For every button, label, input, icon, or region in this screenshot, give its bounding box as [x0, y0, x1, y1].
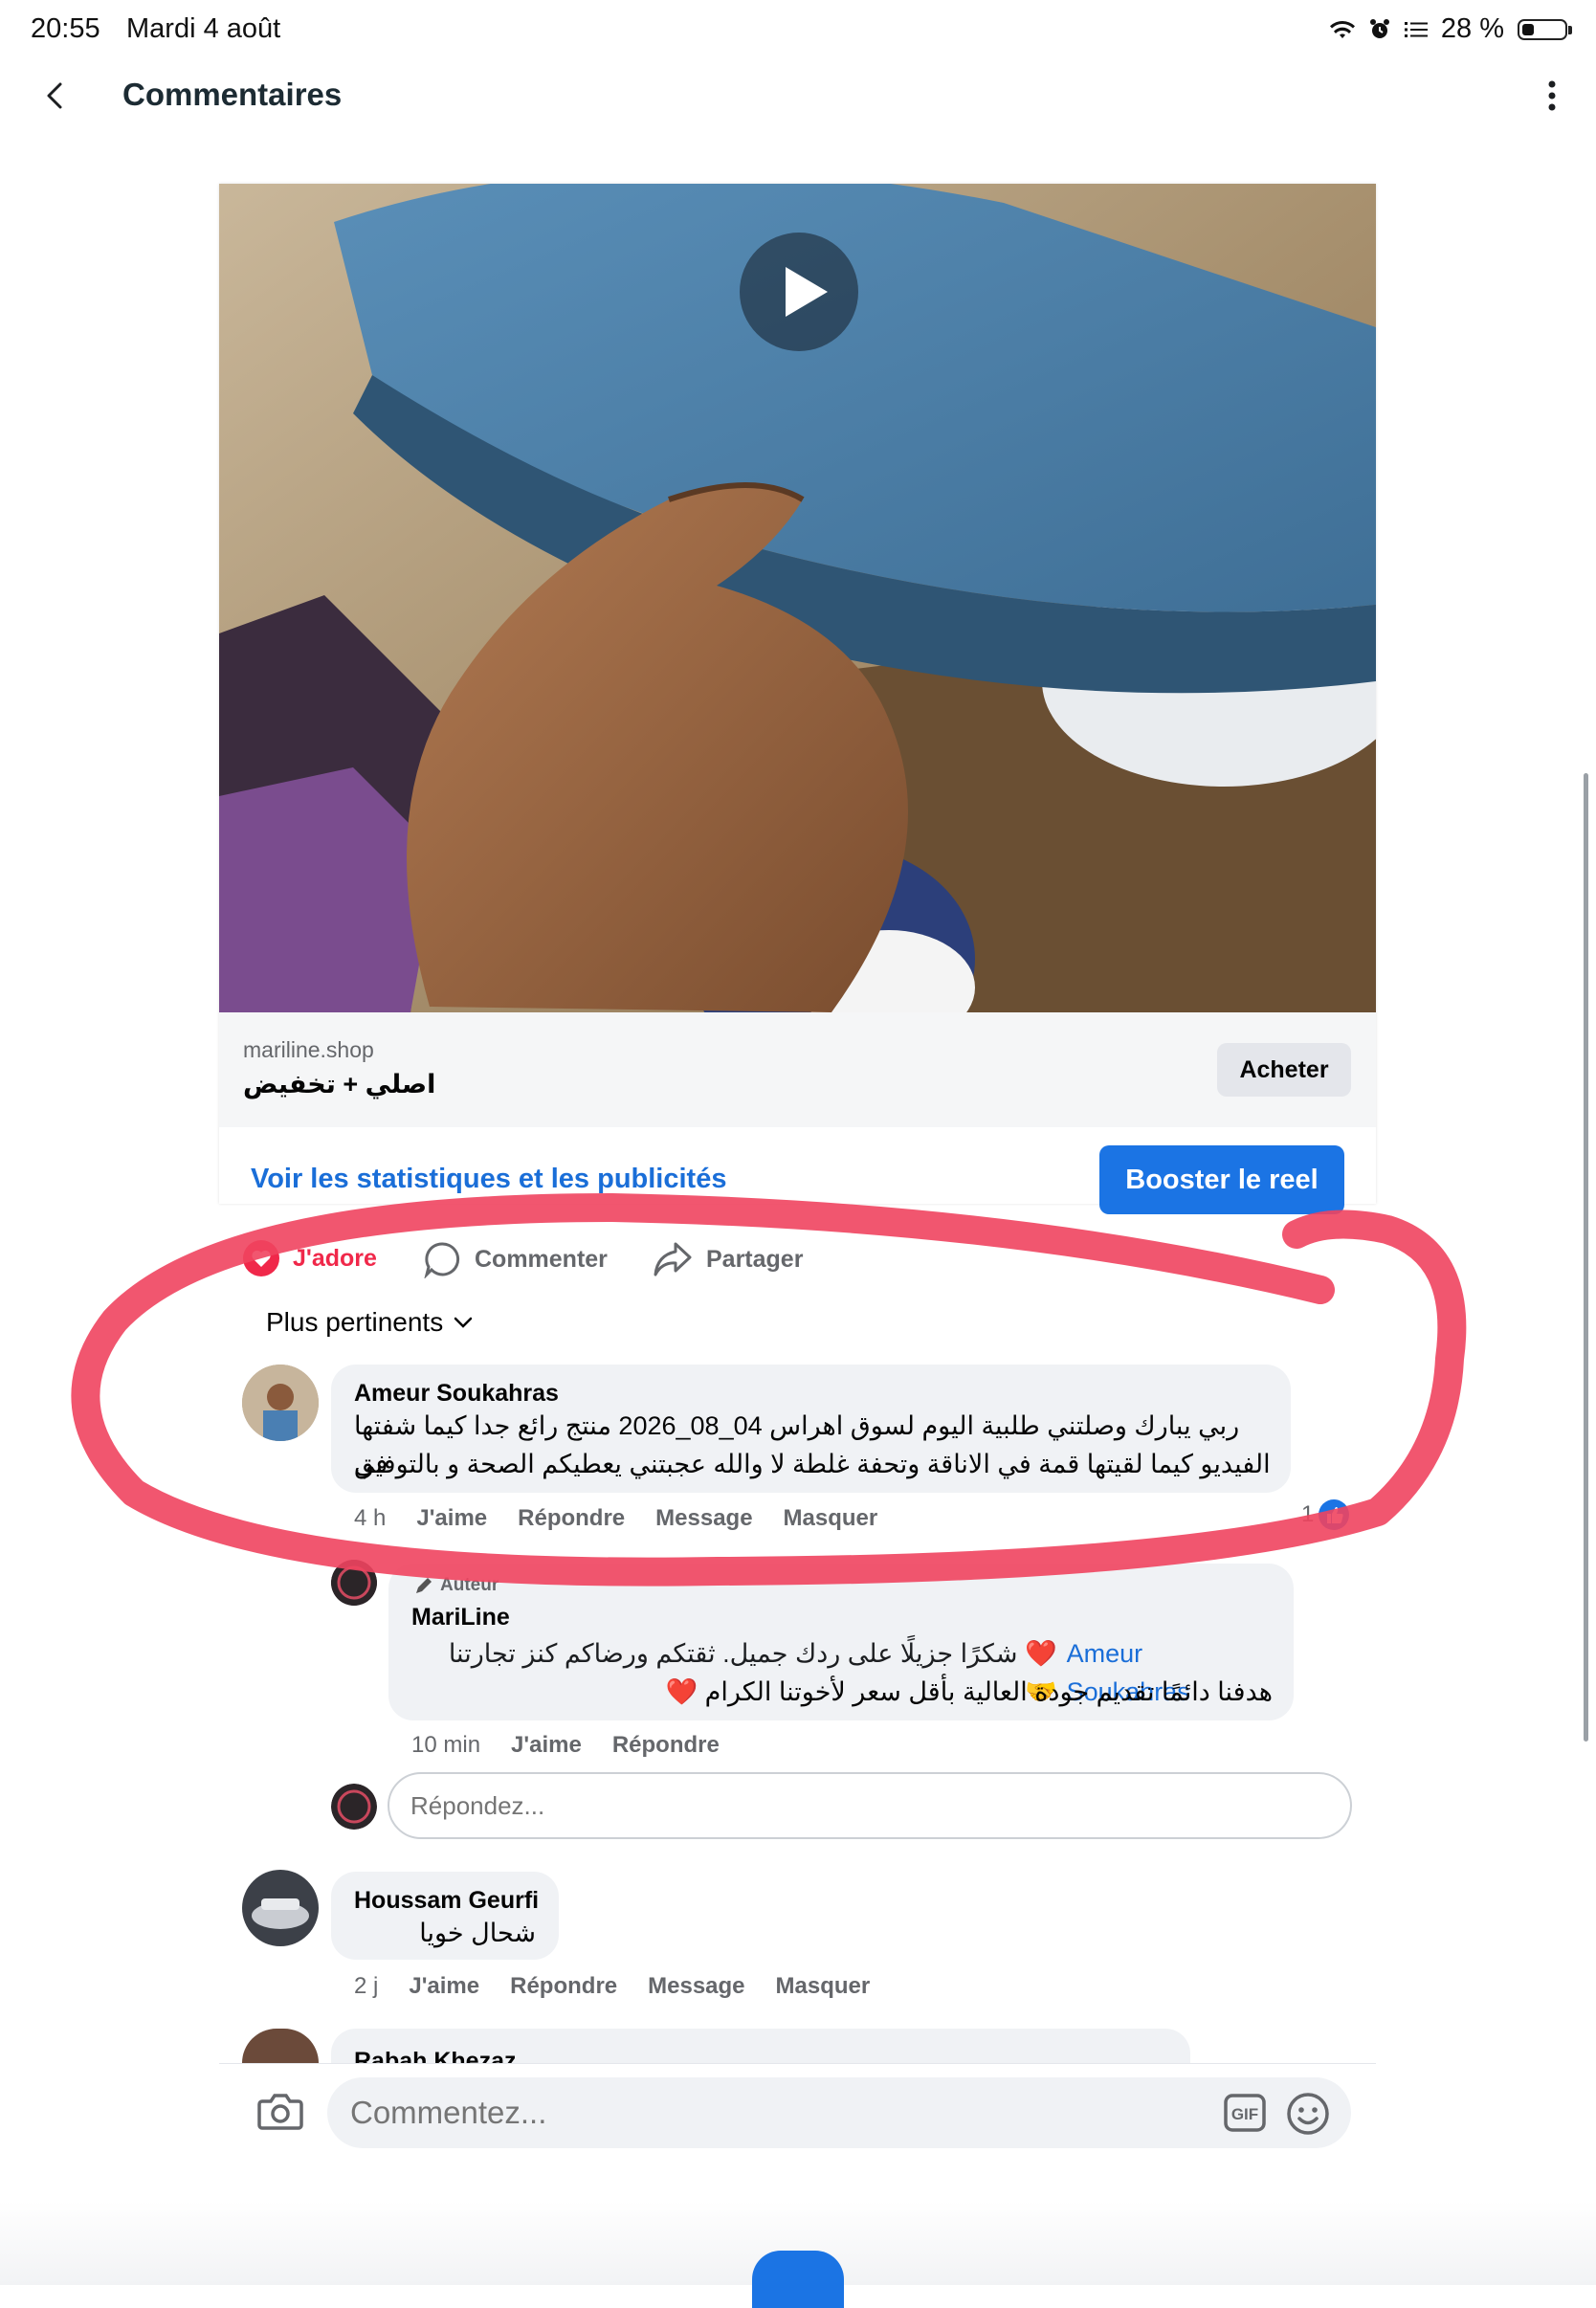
- reply-time: 10 min: [411, 1732, 481, 1758]
- reply-link[interactable]: Répondre: [612, 1732, 720, 1759]
- play-icon: [786, 267, 828, 317]
- reply-text-line: هدفنا دائمًا تقديم جودة العالية بأقل سعر…: [665, 1677, 1274, 1706]
- avatar[interactable]: [242, 1870, 319, 1946]
- play-button[interactable]: [740, 233, 858, 351]
- stats-link[interactable]: Voir les statistiques et les publicités: [251, 1164, 726, 1195]
- sort-dropdown[interactable]: Plus pertinents: [266, 1307, 474, 1338]
- back-arrow-icon[interactable]: [34, 75, 77, 117]
- hide-link[interactable]: Masquer: [776, 1973, 871, 2000]
- svg-text:GIF: GIF: [1231, 2105, 1258, 2123]
- share-button[interactable]: Partager: [653, 1240, 803, 1278]
- link-title: اصلي + تخفيض: [243, 1070, 436, 1099]
- hide-link[interactable]: Masquer: [784, 1505, 878, 1532]
- status-time: 20:55: [31, 13, 100, 44]
- reply-link[interactable]: Répondre: [510, 1973, 617, 2000]
- battery-icon: [1518, 18, 1572, 40]
- list-icon: [1404, 21, 1428, 37]
- like-reaction-icon: [1319, 1499, 1350, 1530]
- battery-percent: 28 %: [1440, 13, 1504, 44]
- comment-button[interactable]: Commenter: [423, 1240, 608, 1278]
- share-icon: [654, 1242, 692, 1276]
- buy-button[interactable]: Acheter: [1217, 1043, 1351, 1097]
- alarm-icon: [1369, 18, 1389, 38]
- comment-input[interactable]: [327, 2077, 1351, 2148]
- like-link[interactable]: J'aime: [416, 1505, 487, 1532]
- wifi-icon: [1329, 20, 1355, 38]
- reaction-count: 1: [1301, 1501, 1315, 1527]
- current-user-avatar: [331, 1784, 377, 1830]
- love-label: J'adore: [293, 1244, 377, 1272]
- author-badge: Auteur: [413, 1575, 499, 1596]
- reply-author[interactable]: MariLine: [411, 1604, 510, 1631]
- comment-bubble[interactable]: Rabah Khezaz: [331, 2029, 1190, 2063]
- avatar-photo: [242, 1870, 319, 1946]
- status-date: Mardi 4 août: [126, 13, 281, 44]
- heart-icon: [243, 1240, 279, 1276]
- reply-meta: 10 min J'aime Répondre: [411, 1732, 720, 1759]
- avatar[interactable]: [331, 1560, 377, 1606]
- more-options-icon[interactable]: [1531, 75, 1573, 117]
- comment-label: Commenter: [475, 1245, 608, 1273]
- emoji-icon[interactable]: [1286, 2092, 1330, 2136]
- message-link[interactable]: Message: [655, 1505, 752, 1532]
- gif-icon[interactable]: GIF: [1223, 2093, 1267, 2133]
- comment-text: شحال خويا: [419, 1919, 536, 1947]
- author-badge-label: Auteur: [440, 1575, 499, 1595]
- chevron-down-icon: [454, 1317, 473, 1328]
- comment-meta: 4 h J'aime Répondre Message Masquer: [354, 1505, 877, 1532]
- like-link[interactable]: J'aime: [409, 1973, 479, 2000]
- link-domain: mariline.shop: [243, 1037, 374, 1062]
- status-indicators: 28 %: [1329, 13, 1572, 45]
- mariline-logo: [331, 1560, 377, 1606]
- comment-text-line: الفيديو كيما لقيتها قمة في الاناقة وتحفة…: [354, 1450, 1271, 1478]
- avatar-photo: [242, 2029, 319, 2063]
- comment-author[interactable]: Houssam Geurfi: [354, 1887, 539, 1915]
- avatar-photo: [242, 1365, 319, 1441]
- share-label: Partager: [706, 1245, 804, 1273]
- message-link[interactable]: Message: [648, 1973, 744, 2000]
- avatar[interactable]: [242, 2029, 319, 2063]
- camera-icon[interactable]: [256, 2090, 304, 2132]
- comment-time: 4 h: [354, 1505, 387, 1531]
- reaction-summary[interactable]: 1: [1301, 1498, 1350, 1531]
- comment-meta: 2 j J'aime Répondre Message Masquer: [354, 1973, 870, 2000]
- comment-icon: [424, 1242, 460, 1278]
- reply-input[interactable]: [388, 1772, 1352, 1839]
- battery-level: [1522, 23, 1534, 35]
- scroll-up-button[interactable]: [752, 2251, 844, 2308]
- scrollbar[interactable]: [1584, 773, 1588, 1742]
- boost-reel-button[interactable]: Booster le reel: [1099, 1145, 1344, 1214]
- reply-link[interactable]: Répondre: [518, 1505, 625, 1532]
- pen-icon: [416, 1578, 432, 1593]
- comment-author[interactable]: Rabah Khezaz: [331, 2029, 1190, 2063]
- page-title: Commentaires: [122, 77, 343, 112]
- like-link[interactable]: J'aime: [511, 1732, 582, 1759]
- comment-author[interactable]: Ameur Soukahras: [354, 1380, 559, 1408]
- sort-label: Plus pertinents: [266, 1307, 444, 1337]
- avatar[interactable]: [242, 1365, 319, 1441]
- comment-time: 2 j: [354, 1973, 379, 1999]
- mariline-logo: [331, 1784, 377, 1830]
- love-reaction-button[interactable]: J'adore: [243, 1240, 377, 1276]
